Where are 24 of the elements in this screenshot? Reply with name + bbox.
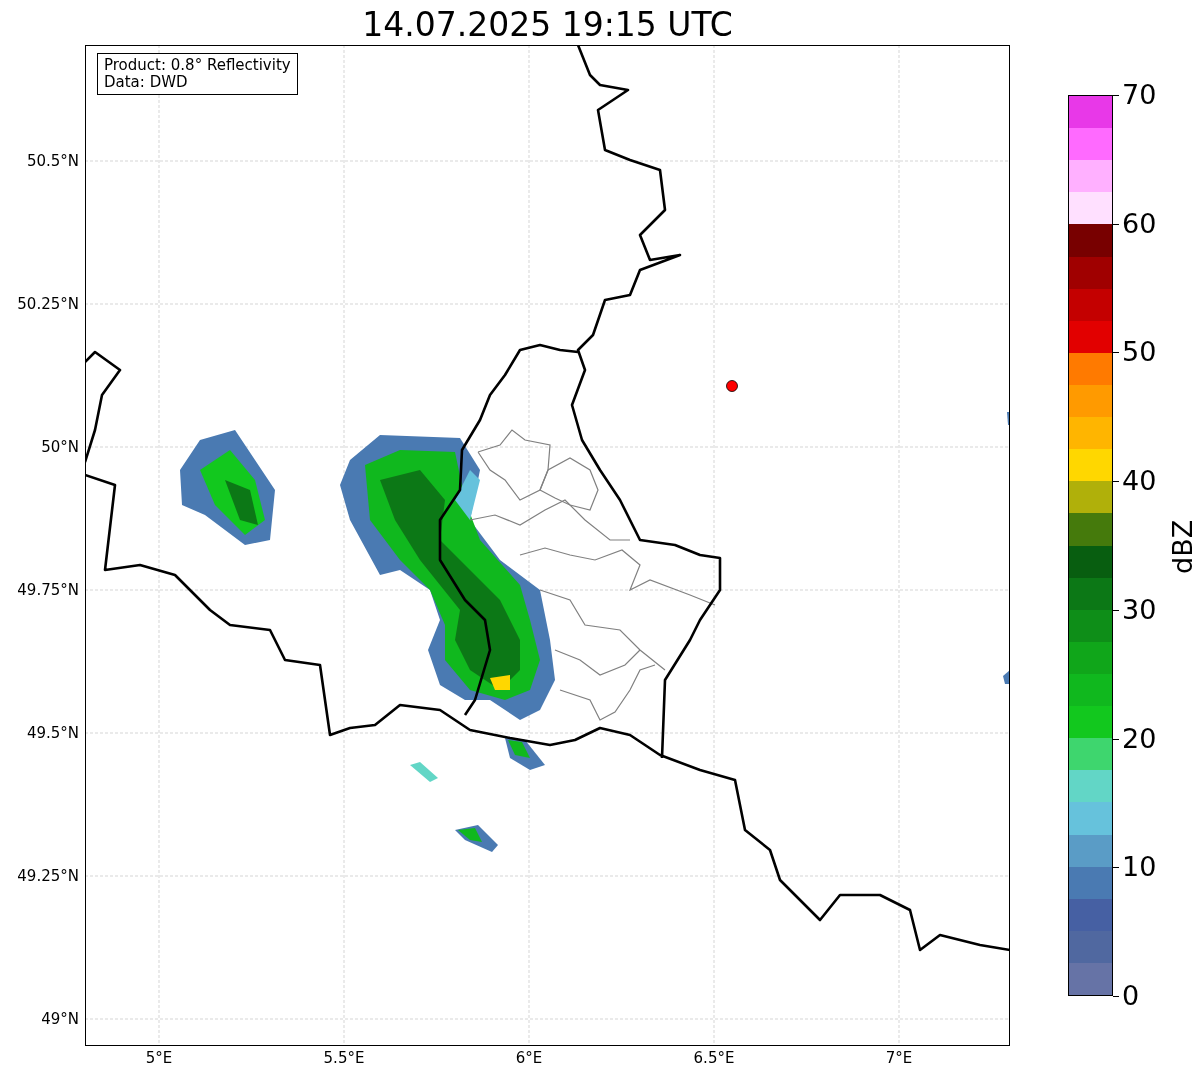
y-tick-label: 50.25°N xyxy=(16,294,79,314)
colorbar-tick-label: 0 xyxy=(1122,980,1140,1012)
y-tick-label: 49°N xyxy=(40,1009,79,1029)
x-tick-label: 6°E xyxy=(514,1048,544,1068)
colorbar-label: dBZ xyxy=(1168,520,1196,576)
colorbar-tick-label: 60 xyxy=(1122,207,1157,240)
info-text: Product: 0.8° Reflectivity xyxy=(104,57,291,74)
x-tick-label: 5°E xyxy=(144,1048,174,1068)
y-tick-label: 50°N xyxy=(40,437,79,457)
colorbar-tick-label: 30 xyxy=(1122,593,1157,626)
colorbar-tick-label: 20 xyxy=(1122,722,1157,755)
y-tick-label: 50.5°N xyxy=(25,151,79,171)
y-tick-label: 49.5°N xyxy=(25,723,79,743)
colorbar-tick-label: 50 xyxy=(1122,336,1157,369)
colorbar-tick-label: 40 xyxy=(1122,465,1157,498)
y-tick-label: 49.75°N xyxy=(16,580,79,600)
colorbar-tick-label: 10 xyxy=(1122,851,1157,884)
x-tick-label: 6.5°E xyxy=(692,1048,736,1068)
info-text: Data: DWD xyxy=(104,74,189,91)
x-tick-label: 7°E xyxy=(884,1048,914,1068)
map-title: 14.07.2025 19:15 UTC xyxy=(361,4,734,46)
y-tick-label: 49.25°N xyxy=(16,866,79,886)
x-tick-label: 5.5°E xyxy=(322,1048,366,1068)
colorbar-tick-label: 70 xyxy=(1122,79,1157,111)
